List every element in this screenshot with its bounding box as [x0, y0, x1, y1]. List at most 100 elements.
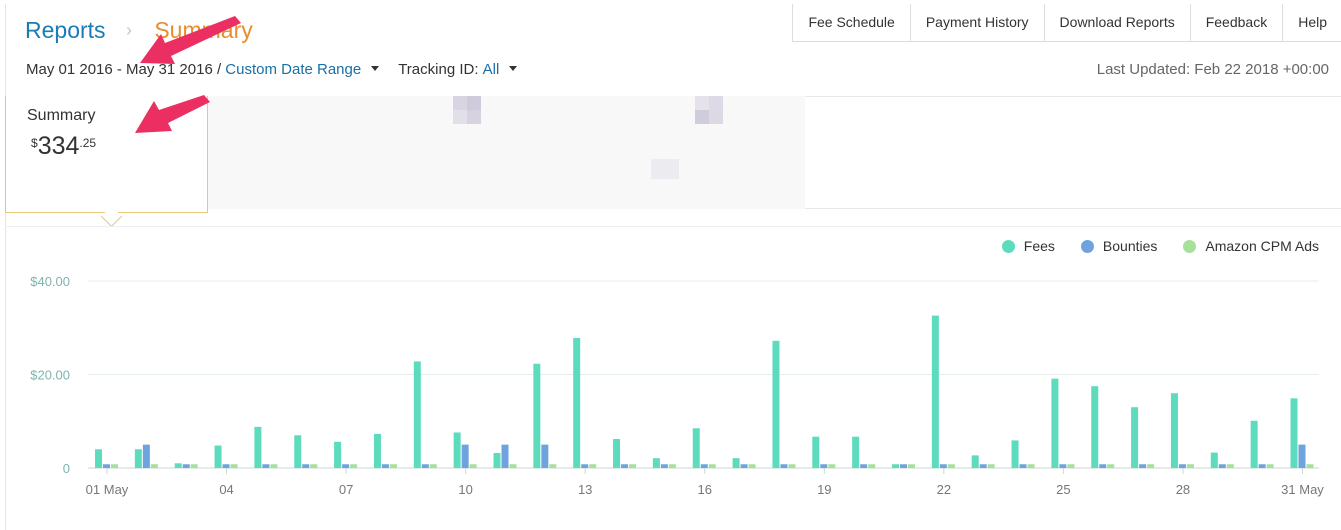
cpm-bar [868, 464, 876, 468]
cpm-bar [190, 464, 198, 468]
currency-symbol: $ [31, 136, 38, 150]
bounties-bar [780, 464, 788, 468]
fees-bar [1131, 407, 1139, 468]
red-arrow-icon [140, 16, 241, 64]
cpm-bar [1067, 464, 1075, 468]
empty-summary-area [805, 96, 1341, 209]
cpm-bar [469, 464, 477, 468]
legend-item-cpm[interactable]: Amazon CPM Ads [1183, 238, 1319, 254]
fee-schedule-button[interactable]: Fee Schedule [793, 4, 911, 41]
download-reports-button[interactable]: Download Reports [1045, 4, 1191, 41]
cpm-bar [828, 464, 836, 468]
breadcrumb-separator: › [125, 20, 132, 40]
fees-bar [652, 458, 660, 468]
fees-bar [892, 464, 899, 468]
bounties-bar [581, 464, 589, 468]
bounties-bar [1258, 464, 1266, 468]
cpm-bar [987, 464, 995, 468]
cpm-bar [748, 464, 756, 468]
fees-bar [294, 435, 302, 468]
cpm-bar [708, 464, 716, 468]
bounties-bar [1298, 444, 1306, 468]
fees-bar [254, 426, 262, 468]
bounties-bar [302, 464, 310, 468]
section-divider [5, 226, 1341, 227]
fees-bar [692, 428, 700, 468]
bounties-bar [621, 464, 629, 468]
y-tick-label: 0 [63, 461, 70, 476]
feedback-button[interactable]: Feedback [1191, 4, 1284, 41]
x-tick-label: 07 [339, 482, 353, 497]
cpm-bar [1306, 464, 1314, 468]
fees-bar [134, 449, 142, 468]
bounties-bar [820, 464, 828, 468]
legend-label-fees: Fees [1023, 238, 1055, 254]
red-arrow-icon [135, 95, 210, 133]
fees-bar [852, 436, 860, 468]
bounties-bar [860, 464, 868, 468]
fees-bar [493, 453, 501, 468]
redaction-block [651, 159, 679, 179]
cpm-bar [310, 464, 318, 468]
legend-dot-fees [1001, 239, 1015, 253]
redaction-block [709, 110, 723, 124]
x-tick-label: 28 [1176, 482, 1190, 497]
earnings-bar-chart: 0 $20.00 $40.00 01 May 04 07 10 13 16 19 22 25 28 31 … [30, 274, 1324, 497]
cpm-bar [908, 464, 915, 468]
fees-bar [812, 436, 820, 468]
bounties-bar [501, 444, 509, 468]
legend-dot-cpm [1183, 239, 1197, 253]
caret-down-icon[interactable] [509, 65, 518, 71]
caret-down-icon[interactable] [371, 65, 380, 71]
cpm-bar [1226, 464, 1234, 468]
fees-bar [573, 338, 581, 468]
bounties-bar [1218, 464, 1226, 468]
breadcrumb-reports-link[interactable]: Reports [25, 17, 106, 43]
bounties-bar [939, 464, 947, 468]
last-updated-text: Last Updated: Feb 22 2018 +00:00 [1096, 61, 1329, 78]
redaction-block [695, 96, 709, 110]
fees-bar [334, 441, 342, 468]
x-tick-label: 16 [698, 482, 712, 497]
fees-bar [1170, 393, 1178, 468]
cpm-bar [668, 464, 676, 468]
redaction-block [695, 110, 709, 124]
redaction-block [467, 96, 481, 110]
cpm-bar [788, 464, 796, 468]
cpm-bar [549, 464, 557, 468]
legend-dot-bounties [1080, 239, 1094, 253]
fees-bar [772, 340, 780, 468]
fees-bar [1011, 440, 1019, 468]
bounties-bar [900, 464, 907, 468]
legend-label-cpm: Amazon CPM Ads [1205, 238, 1319, 254]
fees-bar [1091, 386, 1099, 468]
cpm-bar [350, 464, 358, 468]
cpm-bar [1266, 464, 1274, 468]
redaction-block [453, 110, 467, 124]
cpm-bar [111, 464, 118, 468]
legend-item-bounties[interactable]: Bounties [1080, 238, 1157, 254]
cpm-bar [230, 464, 238, 468]
legend-item-fees[interactable]: Fees [1001, 238, 1055, 254]
x-tick-label: 04 [219, 482, 233, 497]
bounties-bar [541, 444, 549, 468]
bounties-bar [342, 464, 350, 468]
bounties-bar [142, 444, 150, 468]
bounties-bar [1139, 464, 1147, 468]
bounties-bar [222, 464, 230, 468]
summary-card-title: Summary [27, 107, 96, 124]
cpm-bar [509, 464, 517, 468]
fees-bar [971, 455, 979, 468]
help-button[interactable]: Help [1283, 4, 1341, 41]
x-tick-label: 01 May [86, 482, 129, 497]
fees-bar [174, 463, 182, 468]
payment-history-button[interactable]: Payment History [911, 4, 1045, 41]
x-tick-label: 22 [937, 482, 951, 497]
chart-legend: Fees Bounties Amazon CPM Ads [976, 238, 1319, 254]
fees-bar [613, 439, 621, 468]
cpm-bar [150, 464, 158, 468]
tracking-id-dropdown[interactable]: All [483, 60, 500, 80]
fees-bar [95, 449, 102, 468]
report-filters: May 01 2016 - May 31 2016 / Custom Date … [26, 60, 518, 80]
cpm-bar [1107, 464, 1115, 468]
